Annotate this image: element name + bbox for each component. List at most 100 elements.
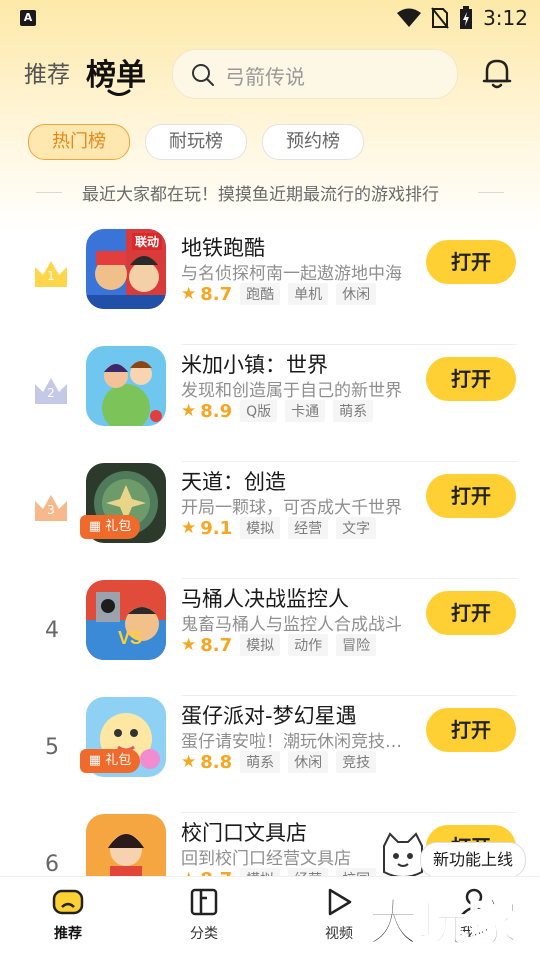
tag: Q版 (240, 400, 278, 422)
nav-recommend[interactable]: 推荐 (28, 887, 108, 943)
search-icon (192, 64, 214, 86)
bell-icon[interactable] (482, 57, 512, 89)
tag: 冒险 (336, 634, 377, 656)
tag: 竞技 (336, 751, 377, 773)
rank-number: 2 (47, 386, 55, 400)
game-title: 米加小镇：世界 (181, 353, 328, 377)
nav-video[interactable]: 视频 (299, 887, 379, 943)
game-row[interactable]: 2 米加小镇：世界 发现和创造属于自己的新世界 ★ 8.9 Q版 卡通 萌系 打… (0, 346, 540, 462)
gamepad-icon (52, 889, 84, 915)
game-icon-miga[interactable] (86, 346, 166, 426)
chip-durable[interactable]: 耐玩榜 (145, 124, 247, 160)
clock: 3:12 (483, 6, 528, 30)
tag: 经营 (288, 517, 329, 539)
open-button[interactable]: 打开 (426, 240, 516, 284)
tag: 萌系 (240, 751, 281, 773)
toilet-vs-camera-artwork: VS (86, 580, 166, 660)
rank-number: 1 (47, 269, 55, 283)
rank-number: 6 (45, 852, 59, 877)
chip-hot[interactable]: 热门榜 (28, 124, 130, 160)
game-rating: ★ 8.8 萌系 休闲 竞技 (181, 751, 384, 773)
gift-icon: ▦ (88, 753, 102, 768)
row-divider (181, 578, 517, 579)
game-title: 马桶人决战监控人 (181, 587, 349, 611)
nav-category[interactable]: 分类 (164, 887, 244, 943)
game-rating: ★ 8.7 模拟 动作 冒险 (181, 634, 384, 656)
nav-recommend-label: 推荐 (54, 926, 82, 942)
open-button[interactable]: 打开 (426, 591, 516, 635)
gift-label: 礼包 (105, 753, 132, 768)
game-title: 蛋仔派对-梦幻星遇 (181, 704, 357, 728)
open-button[interactable]: 打开 (426, 708, 516, 752)
watermark-logo: 大玩家 (367, 884, 538, 954)
row-divider (181, 461, 517, 462)
gift-label: 礼包 (105, 519, 132, 534)
score: 8.7 (200, 283, 233, 305)
svg-text:VS: VS (118, 628, 142, 648)
score: 8.9 (200, 400, 233, 422)
new-feature-tip[interactable]: 新功能上线 (380, 832, 530, 880)
chip-reservation[interactable]: 预约榜 (262, 124, 364, 160)
tag: 模拟 (240, 517, 281, 539)
tab-active-indicator (107, 89, 131, 96)
score: 9.1 (200, 517, 233, 539)
nav-video-label: 视频 (325, 926, 353, 942)
score: 8.7 (200, 634, 233, 656)
game-rating: ★ 8.7 跑酷 单机 休闲 (181, 283, 384, 305)
game-description: 回到校门口经营文具店 (181, 849, 351, 869)
star-icon: ★ (181, 752, 197, 772)
game-title: 地铁跑酷 (181, 236, 265, 260)
tab-recommend[interactable]: 推荐 (24, 55, 70, 89)
star-icon: ★ (181, 635, 197, 655)
game-icon-toilet[interactable]: VS (86, 580, 166, 660)
watermark-text: 大玩家 (368, 894, 518, 952)
gift-badge: ▦ 礼包 (80, 515, 140, 539)
gift-badge: ▦ 礼包 (80, 749, 140, 773)
game-description: 鬼畜马桶人与监控人合成战斗 (181, 615, 402, 635)
tag: 单机 (288, 283, 329, 305)
tag: 萌系 (333, 400, 374, 422)
status-bar: A 3:12 (0, 0, 540, 36)
tag: 模拟 (240, 634, 281, 656)
tag: 动作 (288, 634, 329, 656)
game-row[interactable]: 5 ▦ 礼包 蛋仔派对-梦幻星遇 蛋仔请安啦！潮玩休闲竞技派对 ★ 8.8 萌系… (0, 697, 540, 813)
tag: 卡通 (285, 400, 326, 422)
game-description: 蛋仔请安啦！潮玩休闲竞技派对 (181, 732, 411, 752)
game-rating: ★ 9.1 模拟 经营 文字 (181, 517, 384, 539)
no-sim-icon (431, 7, 449, 29)
search-placeholder: 弓箭传说 (225, 65, 305, 89)
game-icon-subway[interactable]: 联动 (86, 229, 166, 309)
app-notification-icon: A (20, 10, 36, 26)
row-divider (181, 344, 517, 345)
collab-badge: 联动 (131, 233, 162, 250)
game-rating: ★ 8.9 Q版 卡通 萌系 (181, 400, 381, 422)
row-divider (181, 812, 517, 813)
row-divider (181, 695, 517, 696)
search-input[interactable]: 弓箭传说 (172, 49, 458, 99)
video-play-icon (328, 888, 352, 916)
rank-number: 3 (47, 503, 55, 517)
tag: 休闲 (336, 283, 377, 305)
watermark-graphic: 大玩家 (367, 893, 519, 953)
star-icon: ★ (181, 518, 197, 538)
open-button[interactable]: 打开 (426, 474, 516, 518)
list-subtitle: 最近大家都在玩！摸摸鱼近期最流行的游戏排行 (0, 178, 540, 208)
rank-number: 5 (45, 735, 59, 760)
battery-charging-icon (460, 6, 473, 29)
wifi-icon (397, 8, 422, 27)
new-feature-label: 新功能上线 (420, 842, 526, 878)
tag: 休闲 (288, 751, 329, 773)
rank-number: 4 (45, 618, 59, 643)
subtitle-divider-left (36, 192, 62, 193)
gift-icon: ▦ (88, 519, 102, 534)
game-row[interactable]: 1 联动 地铁跑酷 与名侦探柯南一起遨游地中海 ★ 8.7 跑酷 单机 休闲 打… (0, 229, 540, 345)
game-title: 校门口文具店 (181, 821, 307, 845)
tag: 文字 (336, 517, 377, 539)
game-row[interactable]: 3 ▦ 礼包 天道：创造 开局一颗球，可否成大千世界 ★ 9.1 模拟 经营 文… (0, 463, 540, 579)
game-description: 发现和创造属于自己的新世界 (181, 381, 402, 401)
star-icon: ★ (181, 284, 197, 304)
game-description: 开局一颗球，可否成大千世界 (181, 498, 402, 518)
tag: 跑酷 (240, 283, 281, 305)
game-row[interactable]: 4 VS 马桶人决战监控人 鬼畜马桶人与监控人合成战斗 ★ 8.7 模拟 动作 … (0, 580, 540, 696)
open-button[interactable]: 打开 (426, 357, 516, 401)
